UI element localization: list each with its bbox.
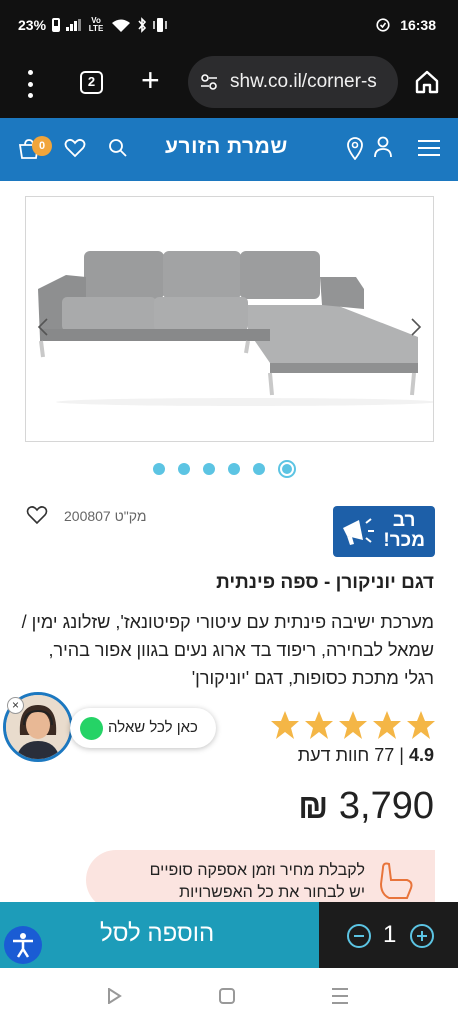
- whatsapp-icon: [80, 717, 103, 740]
- gallery-dot-active[interactable]: [278, 460, 296, 478]
- currency-symbol: ₪: [298, 788, 329, 826]
- address-bar[interactable]: shw.co.il/corner-s: [188, 56, 398, 108]
- account-icon[interactable]: [374, 136, 392, 158]
- rating-stars[interactable]: [270, 710, 436, 740]
- tab-switcher-button[interactable]: 2: [80, 71, 103, 94]
- add-to-cart-button[interactable]: הוספה לסל: [0, 902, 319, 968]
- store-locator-icon[interactable]: [346, 136, 364, 160]
- search-icon[interactable]: [108, 138, 128, 158]
- add-to-cart-label: הוספה לסל: [100, 920, 215, 947]
- reviews-count: 77 חוות דעת: [297, 745, 395, 765]
- product-description: מערכת ישיבה פינתית עם עיטורי קפיטונאז', …: [21, 612, 434, 688]
- battery-icon: [52, 18, 61, 32]
- notice-line1: לקבלת מחיר וזמן אספקה סופיים: [149, 862, 365, 879]
- gallery-pagination: [153, 460, 296, 478]
- star-icon: [305, 711, 333, 739]
- more-menu-icon[interactable]: [22, 70, 38, 98]
- home-nav-icon[interactable]: [219, 988, 235, 1004]
- system-nav-bar: [0, 968, 458, 1024]
- product-price: 3,790 ₪: [298, 785, 434, 828]
- product-image-corner-sofa: [38, 251, 433, 406]
- increase-quantity-icon[interactable]: [410, 924, 434, 948]
- gallery-prev-arrow-icon[interactable]: [36, 317, 50, 337]
- gallery-dot[interactable]: [228, 463, 240, 475]
- url-text: shw.co.il/corner-s: [230, 71, 377, 92]
- back-nav-icon[interactable]: [106, 988, 122, 1004]
- volte-indicator: Vo LTE: [88, 16, 104, 33]
- alarm-check-icon: [376, 18, 390, 32]
- home-icon[interactable]: [414, 70, 440, 94]
- pointing-hand-icon: [379, 862, 413, 899]
- gallery-dot[interactable]: [203, 463, 215, 475]
- megaphone-icon: [343, 518, 374, 545]
- site-header: 0 שמרת הזורע: [0, 118, 458, 181]
- close-chat-button[interactable]: ×: [7, 697, 24, 714]
- gallery-dot[interactable]: [153, 463, 165, 475]
- decrease-quantity-icon[interactable]: [347, 924, 371, 948]
- chat-label: כאן לכל שאלה: [108, 719, 198, 736]
- site-logo[interactable]: שמרת הזורע: [165, 135, 288, 159]
- rating-summary[interactable]: 4.9 | 77 חוות דעת: [298, 745, 434, 766]
- cart-count-badge: 0: [32, 136, 52, 156]
- quantity-value[interactable]: 1: [383, 921, 396, 949]
- star-icon: [271, 711, 299, 739]
- status-bar: 23% Vo LTE 16:38: [0, 0, 458, 52]
- star-icon: [407, 711, 435, 739]
- wishlist-icon[interactable]: [64, 138, 86, 158]
- new-tab-button[interactable]: +: [141, 64, 160, 96]
- badge-line1: רב: [392, 510, 416, 531]
- vibrate-icon: [153, 18, 167, 32]
- notice-line2: יש לבחור את כל האפשרויות: [179, 884, 365, 901]
- bestseller-badge: רב מכר!: [333, 506, 435, 557]
- add-to-wishlist-icon[interactable]: [26, 505, 48, 525]
- battery-percent: 23%: [18, 17, 47, 33]
- clock: 16:38: [400, 17, 436, 33]
- product-title: דגם יוניקורן - ספה פינתית: [216, 572, 434, 593]
- wifi-icon: [112, 19, 131, 32]
- star-icon: [339, 711, 367, 739]
- star-icon: [373, 711, 401, 739]
- signal-icon: [66, 19, 82, 31]
- whatsapp-chat-button[interactable]: כאן לכל שאלה: [70, 708, 216, 748]
- gallery-dot[interactable]: [253, 463, 265, 475]
- product-sku: מק"ט 200807: [64, 508, 147, 524]
- gallery-dot[interactable]: [178, 463, 190, 475]
- accessibility-figure-icon: [13, 933, 33, 958]
- browser-toolbar: 2 + shw.co.il/corner-s: [0, 52, 458, 118]
- recent-apps-icon[interactable]: [332, 988, 348, 1004]
- accessibility-icon[interactable]: [4, 926, 42, 964]
- badge-line2: מכר!: [383, 530, 425, 551]
- site-settings-icon[interactable]: [200, 74, 218, 90]
- price-value: 3,790: [338, 785, 434, 827]
- bluetooth-icon: [138, 17, 147, 33]
- quantity-stepper: 1: [319, 902, 458, 968]
- product-image-gallery[interactable]: [25, 196, 434, 442]
- rating-separator: |: [399, 745, 404, 765]
- select-options-notice: לקבלת מחיר וזמן אספקה סופיים יש לבחור את…: [86, 850, 435, 910]
- gallery-next-arrow-icon[interactable]: [409, 317, 423, 337]
- hamburger-menu-icon[interactable]: [418, 140, 440, 156]
- rating-value: 4.9: [408, 745, 434, 765]
